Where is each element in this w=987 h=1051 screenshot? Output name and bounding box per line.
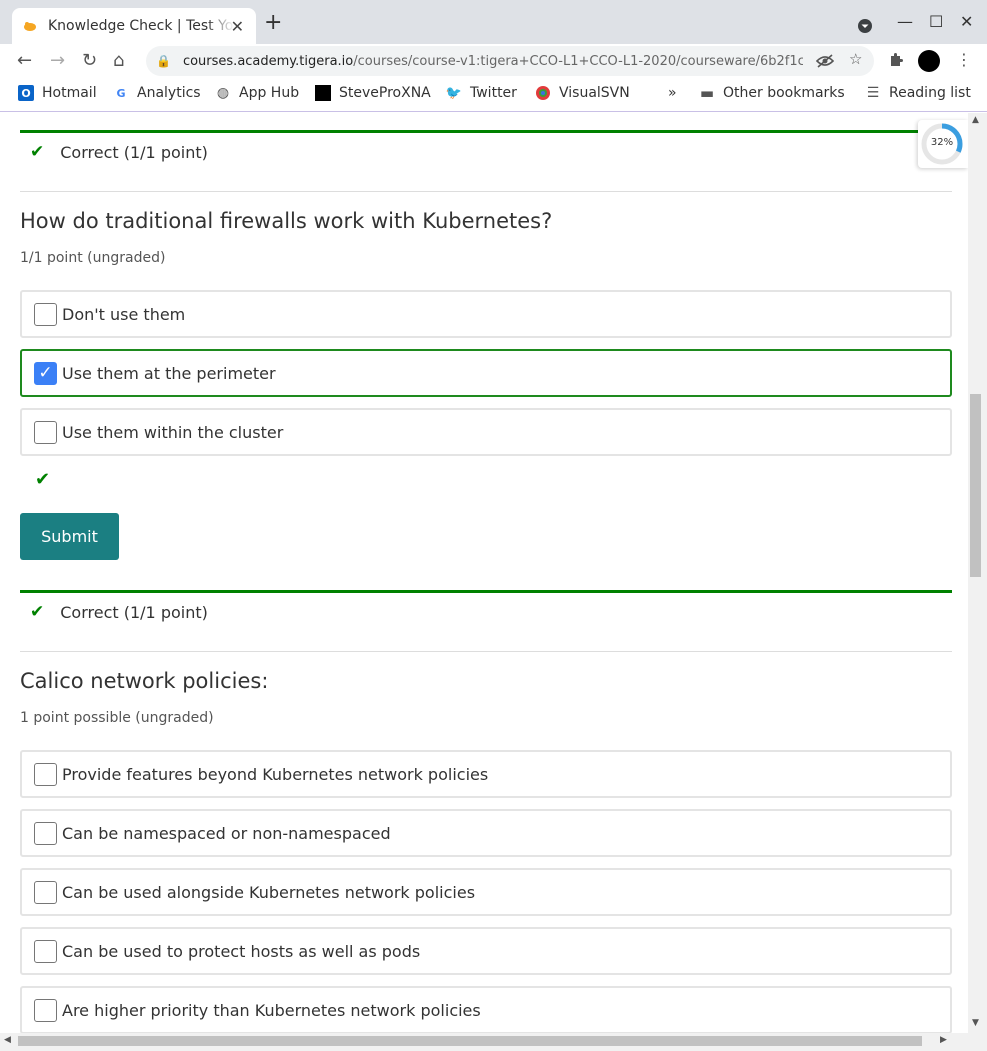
bookmark-hotmail[interactable]: O Hotmail: [18, 85, 97, 101]
question-1-feedback: ✔ Correct (1/1 point): [30, 602, 208, 622]
check-icon: ✔: [30, 602, 45, 622]
q1-option-1[interactable]: Don't use them: [20, 290, 952, 338]
question-2-points: 1 point possible (ungraded): [20, 710, 214, 726]
q2-option-2[interactable]: Can be namespaced or non-namespaced: [20, 809, 952, 857]
browser-tab[interactable]: Knowledge Check | Test Yo ✕: [12, 8, 256, 44]
google-icon: G: [116, 86, 126, 100]
forward-icon[interactable]: →: [50, 50, 65, 71]
browser-menu-icon[interactable]: ⋮: [956, 50, 972, 69]
question-2-title: Calico network policies:: [20, 669, 269, 693]
new-tab-icon[interactable]: +: [264, 12, 282, 34]
tab-strip: Knowledge Check | Test Yo ✕ + — ☐ ✕: [0, 0, 987, 44]
checkbox[interactable]: [34, 420, 57, 444]
bookmark-other-bookmarks[interactable]: ▬ Other bookmarks: [699, 84, 845, 102]
address-bar[interactable]: 🔒 courses.academy.tigera.io/courses/cour…: [146, 46, 874, 76]
tab-close-icon[interactable]: ✕: [231, 17, 244, 36]
maximize-icon[interactable]: ☐: [929, 12, 943, 31]
checkbox-checked[interactable]: ✓: [34, 361, 57, 385]
bookmarks-overflow[interactable]: »: [668, 85, 677, 101]
q1-option-2[interactable]: ✓ Use them at the perimeter: [20, 349, 952, 397]
scroll-left-icon[interactable]: ◀: [4, 1035, 11, 1045]
visualsvn-icon: [536, 86, 550, 100]
reload-icon[interactable]: ↻: [82, 50, 97, 71]
reading-list-button[interactable]: ☰ Reading list: [865, 85, 971, 101]
tracking-protection-icon[interactable]: [816, 53, 834, 69]
checkbox[interactable]: [34, 998, 57, 1022]
progress-label: 32%: [930, 137, 954, 148]
divider: [20, 651, 952, 652]
back-icon[interactable]: ←: [17, 50, 32, 71]
q2-option-5[interactable]: Are higher priority than Kubernetes netw…: [20, 986, 952, 1033]
feedback-divider: [20, 130, 952, 133]
question-1-points: 1/1 point (ungraded): [20, 250, 166, 266]
extensions-icon[interactable]: [888, 52, 904, 68]
vertical-scrollbar[interactable]: ▲ ▼: [968, 113, 987, 1033]
bookmark-visualsvn[interactable]: VisualSVN: [535, 85, 630, 101]
bookmark-app-hub[interactable]: ◍ App Hub: [215, 85, 299, 101]
bookmarks-bar: O Hotmail G Analytics ◍ App Hub StevePro…: [0, 78, 987, 112]
checkbox[interactable]: [34, 880, 57, 904]
globe-icon: ◍: [216, 85, 230, 101]
outlook-icon: O: [18, 85, 34, 101]
tab-search-icon[interactable]: [857, 18, 873, 34]
divider: [20, 191, 952, 192]
reading-list-icon: ☰: [866, 85, 880, 101]
correct-check-icon: ✔: [35, 469, 51, 490]
checkbox[interactable]: [34, 939, 57, 963]
horizontal-scrollbar[interactable]: ◀ ▶: [0, 1033, 987, 1051]
bookmark-twitter[interactable]: 🐦 Twitter: [446, 85, 517, 101]
q2-option-1[interactable]: Provide features beyond Kubernetes netwo…: [20, 750, 952, 798]
check-icon: ✔: [30, 142, 45, 162]
home-icon[interactable]: ⌂: [113, 50, 124, 71]
scroll-right-icon[interactable]: ▶: [940, 1035, 947, 1045]
q1-option-3[interactable]: Use them within the cluster: [20, 408, 952, 456]
vertical-scroll-thumb[interactable]: [970, 394, 981, 577]
scroll-down-icon[interactable]: ▼: [972, 1018, 979, 1028]
folder-icon: ▬: [699, 84, 715, 102]
horizontal-scroll-thumb[interactable]: [18, 1036, 922, 1046]
tab-title: Knowledge Check | Test Yo: [48, 18, 234, 34]
feedback-divider: [20, 590, 952, 593]
bookmark-analytics[interactable]: G Analytics: [113, 85, 200, 101]
window-close-icon[interactable]: ✕: [960, 12, 973, 31]
checkbox[interactable]: [34, 302, 57, 326]
twitter-icon: 🐦: [445, 85, 463, 101]
bookmark-steveproxna[interactable]: SteveProXNA: [315, 85, 431, 101]
minimize-icon[interactable]: —: [897, 12, 913, 31]
lock-icon[interactable]: 🔒: [156, 54, 171, 68]
checkbox[interactable]: [34, 821, 57, 845]
previous-feedback: ✔ Correct (1/1 point): [30, 142, 208, 162]
bookmark-star-icon[interactable]: ☆: [849, 50, 862, 68]
tigera-favicon-icon: [24, 22, 36, 31]
browser-toolbar: ← → ↻ ⌂ 🔒 courses.academy.tigera.io/cour…: [0, 44, 987, 78]
submit-button[interactable]: Submit: [20, 513, 119, 560]
scroll-up-icon[interactable]: ▲: [972, 115, 979, 125]
q2-option-3[interactable]: Can be used alongside Kubernetes network…: [20, 868, 952, 916]
profile-avatar[interactable]: [918, 50, 940, 72]
question-1-title: How do traditional firewalls work with K…: [20, 209, 553, 233]
steveproxna-icon: [315, 85, 331, 101]
q2-option-4[interactable]: Can be used to protect hosts as well as …: [20, 927, 952, 975]
page-content: ✔ Correct (1/1 point) How do traditional…: [0, 113, 968, 1033]
url-text: courses.academy.tigera.io/courses/course…: [182, 53, 803, 69]
checkbox[interactable]: [34, 762, 57, 786]
progress-widget[interactable]: 32%: [918, 120, 968, 168]
